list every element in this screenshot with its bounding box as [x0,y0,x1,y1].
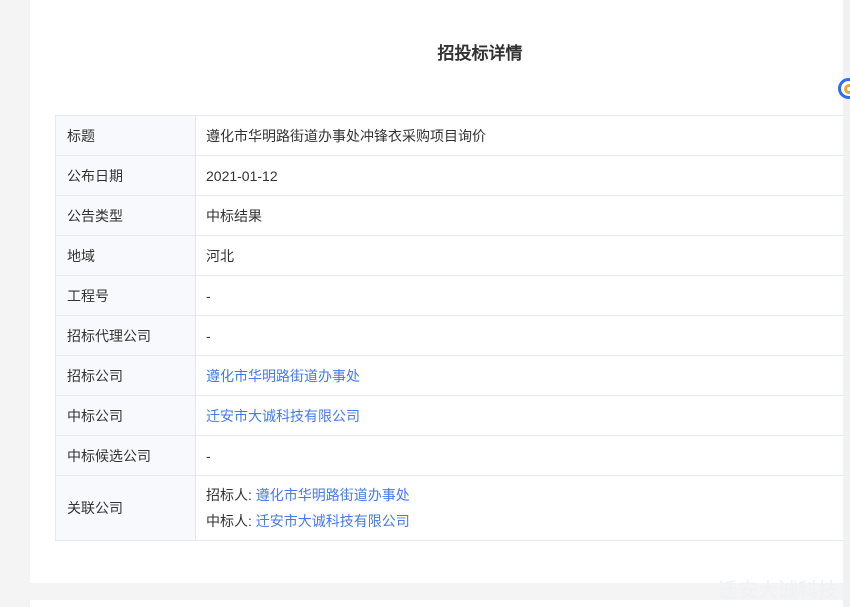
row-value: 中标结果 [196,196,850,235]
table-row: 招标代理公司 - [56,316,850,356]
detail-card: 招投标详情 标题 遵化市华明路街道办事处冲锋衣采购项目询价 公布日期 2021-… [30,0,850,583]
related-company-line: 中标人: 迁安市大诚科技有限公司 [206,508,410,534]
tender-company-link[interactable]: 遵化市华明路街道办事处 [206,366,360,386]
row-value: 河北 [196,236,850,275]
agent-company-value: - [206,328,211,344]
row-value: 迁安市大诚科技有限公司 [196,396,850,435]
related-company-line: 招标人: 遵化市华明路街道办事处 [206,482,410,508]
table-row: 中标公司 迁安市大诚科技有限公司 [56,396,850,436]
concentric-circle-inner [844,84,850,94]
row-label: 公布日期 [56,156,196,195]
related-prefix: 招标人: [206,487,256,503]
candidate-company-value: - [206,448,211,464]
row-value: 遵化市华明路街道办事处冲锋衣采购项目询价 [196,116,850,155]
table-row: 标题 遵化市华明路街道办事处冲锋衣采购项目询价 [56,116,850,156]
publish-date-value: 2021-01-12 [206,168,278,184]
row-value: - [196,276,850,315]
row-label: 中标公司 [56,396,196,435]
project-no-value: - [206,288,211,304]
table-row: 公布日期 2021-01-12 [56,156,850,196]
row-value: 招标人: 遵化市华明路街道办事处 中标人: 迁安市大诚科技有限公司 [196,476,850,540]
page-viewport: 招投标详情 标题 遵化市华明路街道办事处冲锋衣采购项目询价 公布日期 2021-… [0,0,850,607]
row-label: 招标公司 [56,356,196,395]
row-label: 关联公司 [56,476,196,540]
row-label: 工程号 [56,276,196,315]
related-tender-company-link[interactable]: 遵化市华明路街道办事处 [256,487,410,503]
row-value: - [196,436,850,475]
table-row: 中标候选公司 - [56,436,850,476]
related-prefix: 中标人: [206,513,256,529]
page-title: 招投标详情 [30,0,850,65]
region-value: 河北 [206,246,234,266]
table-row: 工程号 - [56,276,850,316]
winning-company-link[interactable]: 迁安市大诚科技有限公司 [206,406,360,426]
row-label: 中标候选公司 [56,436,196,475]
row-value: - [196,316,850,355]
row-value: 2021-01-12 [196,156,850,195]
notice-type-value: 中标结果 [206,206,262,226]
row-label: 标题 [56,116,196,155]
row-value: 遵化市华明路街道办事处 [196,356,850,395]
row-label: 地域 [56,236,196,275]
related-winning-company-link[interactable]: 迁安市大诚科技有限公司 [256,513,410,529]
bid-detail-table: 标题 遵化市华明路街道办事处冲锋衣采购项目询价 公布日期 2021-01-12 … [55,115,850,541]
watermark: 迁安大诚科技 [718,574,838,603]
table-row: 关联公司 招标人: 遵化市华明路街道办事处 中标人: 迁安市大诚科技有限公司 [56,476,850,541]
row-label: 招标代理公司 [56,316,196,355]
table-row: 地域 河北 [56,236,850,276]
title-value: 遵化市华明路街道办事处冲锋衣采购项目询价 [206,126,486,146]
table-row: 招标公司 遵化市华明路街道办事处 [56,356,850,396]
row-label: 公告类型 [56,196,196,235]
table-row: 公告类型 中标结果 [56,196,850,236]
